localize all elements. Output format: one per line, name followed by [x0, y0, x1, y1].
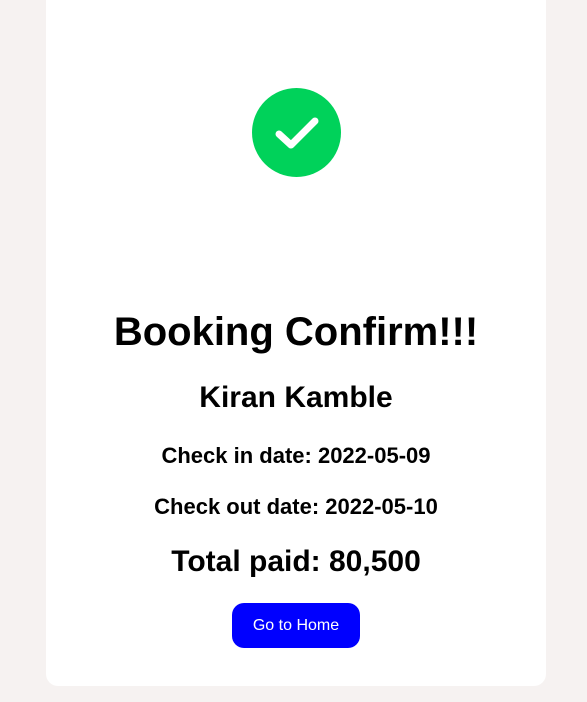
check-in-date: Check in date: 2022-05-09 [161, 443, 431, 468]
check-circle-icon [252, 88, 341, 177]
guest-name: Kiran Kamble [199, 381, 393, 414]
total-paid: Total paid: 80,500 [171, 545, 421, 578]
confirmation-title: Booking Confirm!!! [113, 310, 479, 354]
go-to-home-button[interactable]: Go to Home [232, 603, 360, 648]
check-out-date: Check out date: 2022-05-10 [154, 494, 438, 519]
booking-confirmation-card: Booking Confirm!!! Kiran Kamble Check in… [46, 0, 546, 686]
checkmark-icon [275, 117, 318, 148]
